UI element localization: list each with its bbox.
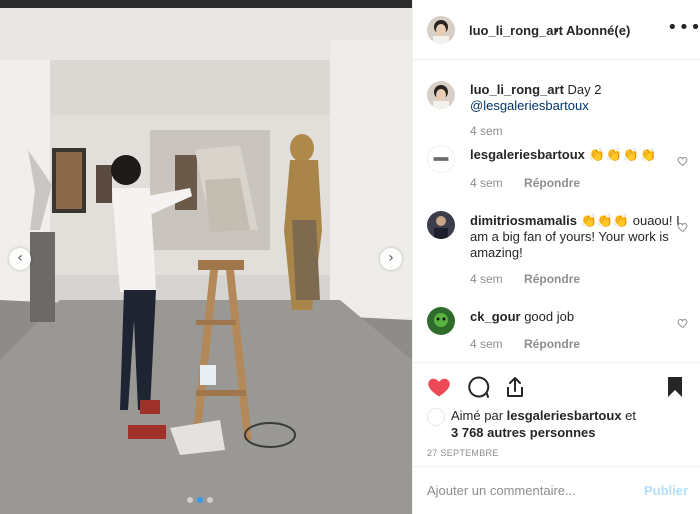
caption-username-link[interactable]: luo_li_rong_art [470,82,564,97]
next-slide-button[interactable]: › [380,248,402,270]
caption-author-avatar[interactable] [427,81,455,109]
post-date[interactable]: 27 SEPTEMBRE [427,448,499,458]
chevron-right-icon: › [388,250,394,266]
author-avatar[interactable] [427,16,455,44]
comments-list: luo_li_rong_art Day 2 @lesgaleriesbartou… [413,61,700,361]
carousel-dot [187,497,193,503]
comment-meta: 4 sem Répondre [470,337,580,351]
header-separator: • [554,23,559,38]
likes-prefix: Aimé par [451,408,504,423]
previous-slide-button[interactable]: ‹ [9,248,31,270]
post-comment-button[interactable]: Publier [644,483,688,498]
comment-text: 👏👏👏👏 [588,147,658,162]
comment-like-heart-icon[interactable] [677,155,689,167]
comment-timestamp[interactable]: 4 sem [470,272,503,286]
commenter-username-link[interactable]: ck_gour [470,309,521,324]
commenter-avatar[interactable] [427,145,455,173]
comment-text-block: dimitriosmamalis 👏👏👏 ouaou! I am a big f… [470,213,682,261]
heart-filled-icon[interactable] [427,375,451,399]
post-header: luo_li_rong_art • Abonné(e) ••• [413,0,700,60]
comment-text: good job [524,309,575,324]
post-side-panel: luo_li_rong_art • Abonné(e) ••• luo_li_r… [412,0,700,514]
follow-status-button[interactable]: Abonné(e) [566,23,630,38]
caption-text: Day 2 [567,82,602,97]
first-liker-link[interactable]: lesgaleriesbartoux [507,408,622,423]
caption-text-block: luo_li_rong_art Day 2 @lesgaleriesbartou… [470,82,682,114]
chevron-left-icon: ‹ [17,250,23,266]
post-photo[interactable]: ‹ › [0,0,412,514]
more-options-button[interactable]: ••• [667,17,700,38]
carousel-dot [207,497,213,503]
reply-button[interactable]: Répondre [524,272,580,286]
reply-button[interactable]: Répondre [524,337,580,351]
comment-icon[interactable] [466,375,490,399]
carousel-indicator [187,497,213,503]
likes-conjunction: et [625,408,637,423]
caption-timestamp[interactable]: 4 sem [470,124,503,138]
comment-text-block: ck_gour good job [470,309,682,325]
other-likers-link[interactable]: 3 768 autres personnes [451,424,596,441]
reply-button[interactable]: Répondre [524,176,580,190]
liker-mini-avatar[interactable] [427,408,445,426]
comment-text-block: lesgaleriesbartoux 👏👏👏👏 [470,147,682,163]
comment-timestamp[interactable]: 4 sem [470,176,503,190]
comment-like-heart-icon[interactable] [677,221,689,233]
author-username-link[interactable]: luo_li_rong_art [469,23,563,38]
commenter-username-link[interactable]: dimitriosmamalis [470,213,577,228]
commenter-username-link[interactable]: lesgaleriesbartoux [470,147,585,162]
carousel-dot-active [197,497,203,503]
comment-timestamp[interactable]: 4 sem [470,337,503,351]
caption-mention-link[interactable]: @lesgaleriesbartoux [470,98,589,113]
comment-meta: 4 sem Répondre [470,272,580,286]
gallery-scene-image [0,0,412,514]
comment-like-heart-icon[interactable] [677,317,689,329]
share-icon[interactable] [503,375,527,399]
comment-input[interactable]: Ajouter un commentaire... [427,483,627,498]
bookmark-icon[interactable] [663,375,687,399]
likes-line: Aimé par lesgaleriesbartoux et [451,407,636,424]
add-comment-bar: Ajouter un commentaire... Publier [413,466,700,514]
comment-meta: 4 sem Répondre [470,176,580,190]
caption-meta: 4 sem [470,124,503,138]
commenter-avatar[interactable] [427,307,455,335]
commenter-avatar[interactable] [427,211,455,239]
